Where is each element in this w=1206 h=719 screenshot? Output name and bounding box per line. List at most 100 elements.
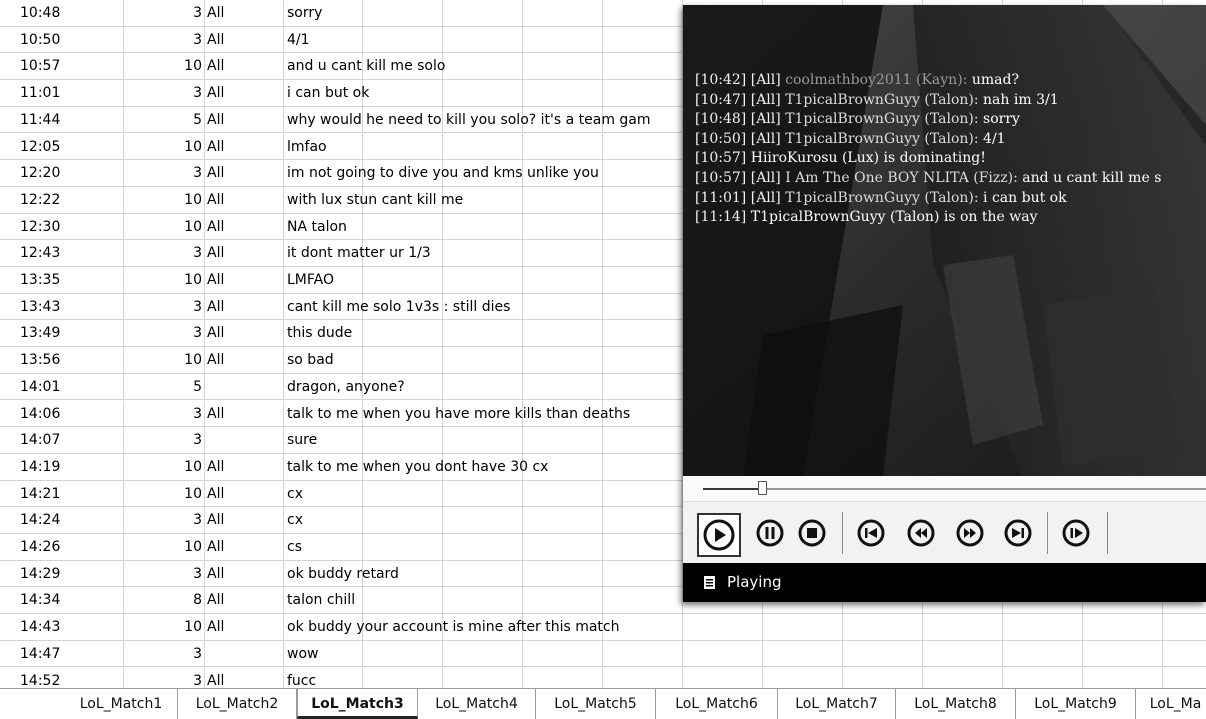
channel-cell[interactable]: All bbox=[205, 160, 284, 187]
empty-cell[interactable] bbox=[603, 347, 683, 374]
empty-cell[interactable] bbox=[523, 427, 603, 454]
empty-cell[interactable] bbox=[523, 587, 603, 615]
timestamp-cell[interactable]: 11:44 bbox=[0, 106, 124, 134]
empty-cell[interactable] bbox=[603, 80, 683, 107]
empty-cell[interactable] bbox=[443, 53, 523, 81]
message-cell[interactable]: with lux stun cant kill me bbox=[284, 186, 463, 214]
timestamp-cell[interactable]: 14:52 bbox=[0, 667, 124, 690]
empty-cell[interactable] bbox=[843, 640, 923, 668]
empty-cell[interactable] bbox=[603, 534, 683, 561]
empty-cell[interactable] bbox=[363, 587, 443, 615]
message-cell[interactable]: ok buddy your account is mine after this… bbox=[284, 614, 620, 641]
timestamp-cell[interactable]: 11:01 bbox=[0, 80, 124, 107]
timestamp-cell[interactable]: 14:19 bbox=[0, 453, 124, 481]
player-cell[interactable]: 10 bbox=[124, 133, 205, 161]
channel-cell[interactable]: All bbox=[205, 26, 284, 54]
empty-cell[interactable] bbox=[523, 347, 603, 374]
message-cell[interactable]: NA talon bbox=[284, 213, 363, 241]
timestamp-cell[interactable]: 14:43 bbox=[0, 614, 124, 641]
play-button[interactable] bbox=[697, 513, 741, 557]
message-cell[interactable]: ok buddy retard bbox=[284, 560, 399, 588]
empty-cell[interactable] bbox=[603, 373, 683, 401]
channel-cell[interactable] bbox=[205, 373, 284, 401]
timestamp-cell[interactable]: 12:30 bbox=[0, 213, 124, 241]
empty-cell[interactable] bbox=[363, 80, 443, 107]
message-cell[interactable]: sorry bbox=[284, 0, 363, 27]
empty-cell[interactable] bbox=[363, 213, 443, 241]
message-cell[interactable]: so bad bbox=[284, 347, 363, 374]
empty-cell[interactable] bbox=[923, 640, 1003, 668]
channel-cell[interactable]: All bbox=[205, 587, 284, 615]
empty-cell[interactable] bbox=[523, 0, 603, 27]
message-cell[interactable]: lmfao bbox=[284, 133, 363, 161]
empty-cell[interactable] bbox=[443, 507, 523, 534]
message-cell[interactable]: fucc bbox=[284, 667, 363, 690]
empty-cell[interactable] bbox=[1003, 640, 1083, 668]
channel-cell[interactable]: All bbox=[205, 240, 284, 267]
empty-cell[interactable] bbox=[443, 26, 523, 54]
seek-bar[interactable] bbox=[683, 476, 1206, 501]
empty-cell[interactable] bbox=[603, 507, 683, 534]
empty-cell[interactable] bbox=[523, 507, 603, 534]
empty-cell[interactable] bbox=[363, 320, 443, 348]
empty-cell[interactable] bbox=[603, 320, 683, 348]
message-cell[interactable]: im not going to dive you and kms unlike … bbox=[284, 160, 599, 187]
message-cell[interactable]: cx bbox=[284, 480, 363, 508]
message-cell[interactable]: why would he need to kill you solo? it's… bbox=[284, 106, 651, 134]
message-cell[interactable]: and u cant kill me solo bbox=[284, 53, 445, 81]
empty-cell[interactable] bbox=[523, 373, 603, 401]
player-cell[interactable]: 3 bbox=[124, 293, 205, 321]
timestamp-cell[interactable]: 12:20 bbox=[0, 160, 124, 187]
player-cell[interactable]: 5 bbox=[124, 373, 205, 401]
player-cell[interactable]: 10 bbox=[124, 53, 205, 81]
player-cell[interactable]: 3 bbox=[124, 80, 205, 107]
empty-cell[interactable] bbox=[523, 53, 603, 81]
channel-cell[interactable]: All bbox=[205, 453, 284, 481]
sheet-tab[interactable]: LoL_Ma bbox=[1136, 689, 1206, 719]
empty-cell[interactable] bbox=[603, 587, 683, 615]
stop-button[interactable] bbox=[795, 516, 829, 550]
empty-cell[interactable] bbox=[523, 213, 603, 241]
empty-cell[interactable] bbox=[523, 240, 603, 267]
empty-cell[interactable] bbox=[363, 507, 443, 534]
sheet-tab[interactable]: LoL_Match5 bbox=[536, 689, 656, 719]
timestamp-cell[interactable]: 13:35 bbox=[0, 267, 124, 294]
empty-cell[interactable] bbox=[1003, 667, 1083, 690]
channel-cell[interactable]: All bbox=[205, 293, 284, 321]
player-cell[interactable]: 3 bbox=[124, 427, 205, 454]
empty-cell[interactable] bbox=[363, 133, 443, 161]
empty-cell[interactable] bbox=[523, 186, 603, 214]
timestamp-cell[interactable]: 14:01 bbox=[0, 373, 124, 401]
player-cell[interactable]: 3 bbox=[124, 320, 205, 348]
empty-cell[interactable] bbox=[603, 53, 683, 81]
player-cell[interactable]: 5 bbox=[124, 106, 205, 134]
fast-forward-button[interactable] bbox=[953, 516, 987, 550]
timestamp-cell[interactable]: 10:48 bbox=[0, 0, 124, 27]
empty-cell[interactable] bbox=[603, 667, 683, 690]
empty-cell[interactable] bbox=[603, 240, 683, 267]
empty-cell[interactable] bbox=[443, 0, 523, 27]
player-cell[interactable]: 10 bbox=[124, 614, 205, 641]
message-cell[interactable]: talk to me when you have more kills than… bbox=[284, 400, 630, 428]
empty-cell[interactable] bbox=[443, 213, 523, 241]
empty-cell[interactable] bbox=[443, 640, 523, 668]
empty-cell[interactable] bbox=[763, 640, 843, 668]
player-cell[interactable]: 10 bbox=[124, 186, 205, 214]
empty-cell[interactable] bbox=[523, 267, 603, 294]
empty-cell[interactable] bbox=[443, 534, 523, 561]
empty-cell[interactable] bbox=[443, 240, 523, 267]
sheet-tab[interactable]: LoL_Match6 bbox=[656, 689, 778, 719]
message-cell[interactable]: talk to me when you dont have 30 cx bbox=[284, 453, 548, 481]
empty-cell[interactable] bbox=[443, 427, 523, 454]
skip-forward-button[interactable] bbox=[1001, 516, 1035, 550]
pause-button[interactable] bbox=[753, 516, 787, 550]
timestamp-cell[interactable]: 13:43 bbox=[0, 293, 124, 321]
message-cell[interactable]: cant kill me solo 1v3s : still dies bbox=[284, 293, 510, 321]
channel-cell[interactable]: All bbox=[205, 53, 284, 81]
player-cell[interactable]: 8 bbox=[124, 587, 205, 615]
player-cell[interactable]: 3 bbox=[124, 26, 205, 54]
channel-cell[interactable]: All bbox=[205, 0, 284, 27]
timestamp-cell[interactable]: 12:43 bbox=[0, 240, 124, 267]
empty-cell[interactable] bbox=[523, 640, 603, 668]
player-cell[interactable]: 10 bbox=[124, 480, 205, 508]
